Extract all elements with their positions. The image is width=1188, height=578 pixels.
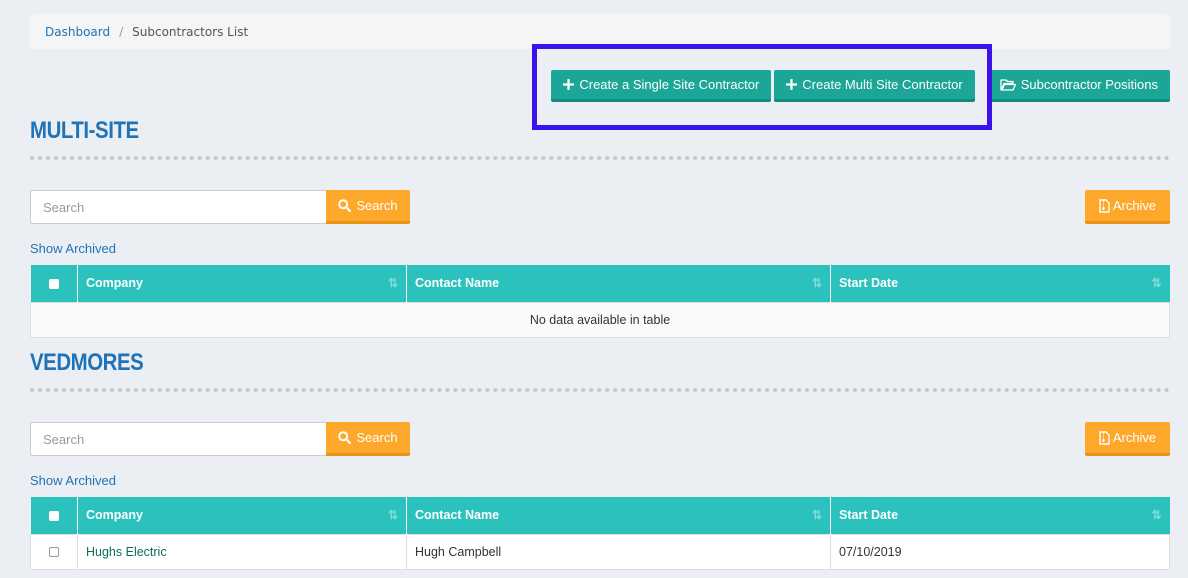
start-date-cell: 07/10/2019 xyxy=(830,533,1170,570)
column-header-start-date[interactable]: Start Date ⇅ xyxy=(830,265,1170,302)
select-all-header xyxy=(30,497,78,534)
select-all-checkbox[interactable] xyxy=(48,510,59,521)
table-header-row: Company ⇅ Contact Name ⇅ Start Date ⇅ xyxy=(30,497,1170,534)
column-header-label: Start Date xyxy=(839,508,899,523)
create-multi-site-button[interactable]: Create Multi Site Contractor xyxy=(774,70,975,102)
create-single-site-button[interactable]: Create a Single Site Contractor xyxy=(551,70,772,102)
search-button[interactable]: Search xyxy=(326,422,410,456)
column-header-contact-name[interactable]: Contact Name ⇅ xyxy=(406,265,831,302)
search-group: Search xyxy=(30,422,410,456)
breadcrumb-separator: / xyxy=(119,24,124,39)
create-single-site-label: Create a Single Site Contractor xyxy=(579,77,760,92)
sort-icon: ⇅ xyxy=(387,276,398,290)
row-select-cell xyxy=(30,533,78,570)
column-header-start-date[interactable]: Start Date ⇅ xyxy=(830,497,1170,534)
section-title-vedmores: VEDMORES xyxy=(30,349,144,376)
table-empty-row: No data available in table xyxy=(30,301,1170,338)
search-button-label: Search xyxy=(356,198,398,213)
breadcrumb-dashboard-link[interactable]: Dashboard xyxy=(45,25,110,39)
section-divider xyxy=(30,156,1170,160)
column-header-label: Contact Name xyxy=(415,276,500,291)
column-header-label: Start Date xyxy=(839,276,899,291)
top-actions: Create a Single Site Contractor Create M… xyxy=(551,70,1170,102)
contact-name-cell: Hugh Campbell xyxy=(406,533,831,570)
sort-icon: ⇅ xyxy=(1151,508,1162,522)
search-button[interactable]: Search xyxy=(326,190,410,224)
column-header-company[interactable]: Company ⇅ xyxy=(77,497,407,534)
archive-button-label: Archive xyxy=(1112,430,1157,445)
breadcrumb-current: Subcontractors List xyxy=(132,24,249,39)
search-icon xyxy=(338,199,352,212)
show-archived-link[interactable]: Show Archived xyxy=(30,473,116,488)
plus-icon xyxy=(563,79,575,90)
show-archived-link[interactable]: Show Archived xyxy=(30,241,116,256)
sort-icon: ⇅ xyxy=(387,508,398,522)
sort-icon: ⇅ xyxy=(811,508,822,522)
subcontractors-table-vedmores: Company ⇅ Contact Name ⇅ Start Date ⇅ Hughs… xyxy=(30,497,1170,570)
column-header-contact-name[interactable]: Contact Name ⇅ xyxy=(406,497,831,534)
search-input[interactable] xyxy=(30,422,326,456)
section-divider xyxy=(30,388,1170,392)
file-archive-icon xyxy=(1099,198,1110,213)
sort-icon: ⇅ xyxy=(811,276,822,290)
company-cell: Hughs Electric xyxy=(77,533,407,570)
sort-icon: ⇅ xyxy=(1151,276,1162,290)
archive-button-label: Archive xyxy=(1112,198,1157,213)
subcontractor-positions-label: Subcontractor Positions xyxy=(1020,77,1158,92)
column-header-company[interactable]: Company ⇅ xyxy=(77,265,407,302)
subcontractors-table-multi-site: Company ⇅ Contact Name ⇅ Start Date ⇅ No da… xyxy=(30,265,1170,338)
table-row: Hughs Electric Hugh Campbell 07/10/2019 xyxy=(30,533,1170,570)
search-button-label: Search xyxy=(356,430,398,445)
plus-icon xyxy=(786,79,798,90)
folder-open-icon xyxy=(1000,78,1016,91)
select-all-header xyxy=(30,265,78,302)
row-checkbox[interactable] xyxy=(49,547,59,558)
table-header-row: Company ⇅ Contact Name ⇅ Start Date ⇅ xyxy=(30,265,1170,302)
empty-table-message: No data available in table xyxy=(30,301,1170,338)
file-archive-icon xyxy=(1099,430,1110,445)
breadcrumb: Dashboard / Subcontractors List xyxy=(30,14,1170,49)
archive-button[interactable]: Archive xyxy=(1085,190,1170,224)
section-title-multi-site: MULTI-SITE xyxy=(30,117,139,144)
column-header-label: Company xyxy=(86,508,143,523)
archive-button[interactable]: Archive xyxy=(1085,422,1170,456)
search-input[interactable] xyxy=(30,190,326,224)
search-icon xyxy=(338,431,352,444)
company-link[interactable]: Hughs Electric xyxy=(86,545,167,559)
column-header-label: Contact Name xyxy=(415,508,500,523)
subcontractor-positions-button[interactable]: Subcontractor Positions xyxy=(987,70,1170,102)
search-group: Search xyxy=(30,190,410,224)
select-all-checkbox[interactable] xyxy=(48,278,59,289)
column-header-label: Company xyxy=(86,276,143,291)
create-multi-site-label: Create Multi Site Contractor xyxy=(802,77,963,92)
